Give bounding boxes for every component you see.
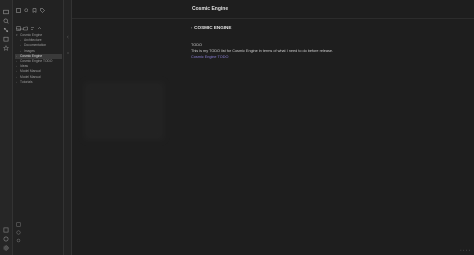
tree-item-label: Architecture [24,38,42,43]
vault-icon[interactable] [2,226,10,233]
files-icon[interactable] [16,8,21,13]
status-icon[interactable]: ▪ [460,249,461,252]
status-icon[interactable]: ▪ [463,249,464,252]
tree-item-label: Cosmic Engine TODO [20,58,53,63]
blurred-overlay [84,82,164,140]
sidebar-bottom-icons [16,214,21,243]
tree-item-label: Tutorials [20,79,33,84]
file-explorer-icon[interactable] [2,8,10,15]
tree-item[interactable]: › Tutorials [15,80,62,85]
settings-icon[interactable] [2,244,10,251]
help-icon[interactable] [16,222,21,235]
tree-item-label: Cosmic Engine [20,33,43,37]
new-folder-icon[interactable] [23,18,28,31]
file-explorer-sidebar: Vaults ▾ Cosmic Engine › Architecture › Docum… [13,0,64,255]
star-icon[interactable] [2,44,10,51]
sidebar-toolbar [16,18,42,31]
status-bar: ▪ ▪ ▪ ▪ [460,249,470,252]
file-tree: ▾ Cosmic Engine › Architecture › Documentatio… [15,33,62,85]
sort-icon[interactable] [30,18,35,30]
search-icon[interactable] [24,8,29,13]
tag-icon[interactable] [40,8,45,13]
new-note-icon[interactable] [16,18,21,31]
fold-chevron-icon[interactable]: › [191,26,192,30]
tree-item-label: Model Manual [20,69,41,74]
tree-item-label: Cosmic Engine [20,53,43,58]
tree-item-label: Ideas [20,64,29,69]
internal-link[interactable]: Cosmic Engine TODO [191,54,333,60]
ribbon [0,0,13,255]
chevron-right-icon[interactable]: › [16,80,17,85]
app-window: Vaults ▾ Cosmic Engine › Architecture › Docum… [0,0,474,255]
vault-switch-icon[interactable] [16,214,21,227]
editor-titlebar: Cosmic Engine [72,0,474,19]
heading-text: COSMIC ENGINE [194,25,232,30]
help-icon[interactable] [2,235,10,242]
tree-item-label: Model Manual [20,74,41,79]
sidebar-tab-header [13,8,66,15]
status-icon[interactable]: ▪ [469,249,470,252]
tree-item-label: Images [24,48,35,53]
bookmark-icon[interactable] [32,8,37,13]
calendar-icon[interactable] [2,35,10,42]
tree-item-label: Documentation [24,43,47,48]
vault-name[interactable]: Vaults [16,27,24,31]
note-title[interactable]: Cosmic Engine [192,6,228,12]
chevron-left-icon[interactable] [66,26,70,39]
note-body[interactable]: TODO This is my TODO list for Cosmic Eng… [191,42,333,60]
status-icon[interactable]: ▪ [466,249,467,252]
collapse-icon[interactable] [37,18,42,30]
graph-icon[interactable] [2,26,10,33]
search-icon[interactable] [2,17,10,24]
editor-pane: Cosmic Engine › COSMIC ENGINE TODO This i… [72,0,474,255]
settings-icon[interactable] [16,230,21,243]
dot-icon[interactable] [66,42,70,54]
sidebar-collapse-strip [64,0,72,255]
note-heading: › COSMIC ENGINE [191,25,231,30]
